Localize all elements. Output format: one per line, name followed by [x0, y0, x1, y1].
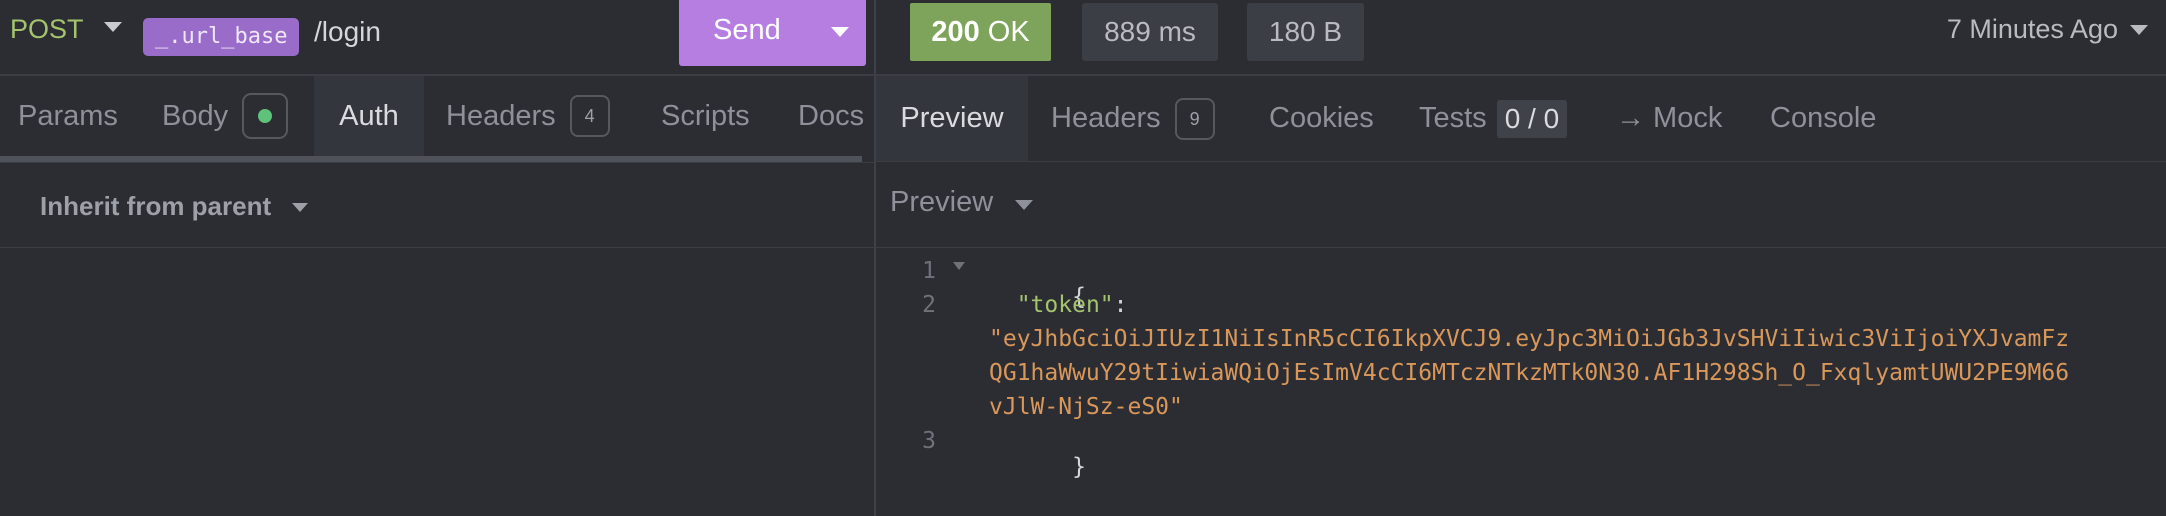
json-preview: 1 { 2 "token": "eyJhbGciOiJIUzI1NiIsInR5…: [876, 248, 2166, 516]
json-string-value: QG1haWwuY29tIiwiaWQiOjEsImV4cCI6MTczNTkz…: [989, 360, 2070, 386]
body-status-badge: [242, 93, 289, 139]
auth-mode-row: Inherit from parent: [0, 162, 874, 248]
tab-label: Scripts: [661, 99, 750, 132]
auth-mode-caret-icon[interactable]: [292, 203, 308, 212]
response-pane: 200 OK 889 ms 180 B 7 Minutes Ago Previe…: [876, 0, 2166, 516]
code-line: "token":: [989, 292, 1128, 318]
fold-caret-icon[interactable]: [953, 262, 965, 270]
json-string-value: vJlW-NjSz-eS0": [989, 394, 1183, 420]
preview-mode-row: Preview: [876, 162, 2166, 248]
request-tabs: Params Body Auth Headers 4 Scripts Docs: [0, 74, 874, 163]
tab-console[interactable]: Console: [1770, 76, 1876, 161]
tab-body[interactable]: Body: [162, 76, 289, 156]
json-string-value: "eyJhbGciOiJIUzI1NiIsInR5cCI6IkpXVCJ9.ey…: [989, 326, 2070, 352]
response-timestamp[interactable]: 7 Minutes Ago: [1947, 14, 2118, 45]
tab-mock[interactable]: → Mock: [1616, 76, 1722, 161]
line-number: 1: [922, 258, 936, 284]
url-path-input[interactable]: /login: [314, 16, 381, 48]
json-brace: }: [1072, 454, 1086, 480]
line-number: 2: [922, 292, 936, 318]
tests-count-badge: 0 / 0: [1496, 99, 1568, 138]
response-time: 889 ms: [1082, 3, 1218, 61]
tab-params[interactable]: Params: [18, 76, 118, 156]
auth-mode-selector[interactable]: Inherit from parent: [40, 191, 271, 222]
status-badge: 200 OK: [910, 3, 1051, 61]
url-variable-chip[interactable]: _.url_base: [143, 18, 300, 56]
tab-label: Preview: [900, 102, 1004, 134]
preview-mode-selector[interactable]: Preview: [890, 186, 993, 219]
send-options-caret-icon[interactable]: [831, 27, 849, 37]
tab-tests[interactable]: Tests 0 / 0: [1419, 76, 1568, 161]
send-button[interactable]: Send: [679, 0, 866, 66]
response-size: 180 B: [1247, 3, 1364, 61]
tab-headers[interactable]: Headers 4: [446, 76, 610, 156]
status-text: OK: [987, 16, 1030, 48]
tab-preview[interactable]: Preview: [876, 76, 1028, 161]
tab-label: Tests: [1419, 102, 1487, 134]
send-button-label: Send: [713, 14, 781, 46]
method-selector[interactable]: POST: [10, 14, 84, 45]
preview-mode-caret-icon[interactable]: [1015, 200, 1033, 210]
status-code: 200: [931, 16, 980, 48]
response-tabs: Preview Headers 9 Cookies Tests 0 / 0 → …: [876, 74, 2166, 162]
tab-docs[interactable]: Docs: [798, 76, 864, 156]
green-dot-icon: [258, 109, 273, 123]
tab-label: Cookies: [1269, 102, 1374, 134]
tab-scripts[interactable]: Scripts: [661, 76, 750, 156]
tab-label: Params: [18, 99, 118, 132]
tab-label: Headers: [1051, 102, 1161, 134]
line-number: 3: [922, 428, 936, 454]
request-pane: POST _.url_base /login Send Params Body …: [0, 0, 874, 516]
tab-label: Console: [1770, 102, 1877, 134]
tab-label: Headers: [446, 99, 556, 132]
url-bar: POST _.url_base /login Send: [0, 0, 874, 74]
json-colon: :: [1113, 292, 1128, 318]
tab-label: Body: [162, 99, 229, 132]
response-headers-count-badge: 9: [1174, 97, 1215, 140]
code-line: }: [989, 428, 1086, 506]
tab-label: → Mock: [1616, 102, 1723, 134]
tab-auth[interactable]: Auth: [314, 76, 424, 156]
headers-count-badge: 4: [569, 95, 610, 137]
history-caret-icon[interactable]: [2130, 25, 2148, 35]
tab-label: Docs: [798, 99, 865, 132]
method-dropdown-caret-icon[interactable]: [104, 22, 122, 32]
tab-label: Auth: [339, 99, 399, 132]
json-key: "token": [1016, 292, 1114, 318]
tab-response-headers[interactable]: Headers 9: [1051, 76, 1215, 161]
tab-cookies[interactable]: Cookies: [1269, 76, 1374, 161]
